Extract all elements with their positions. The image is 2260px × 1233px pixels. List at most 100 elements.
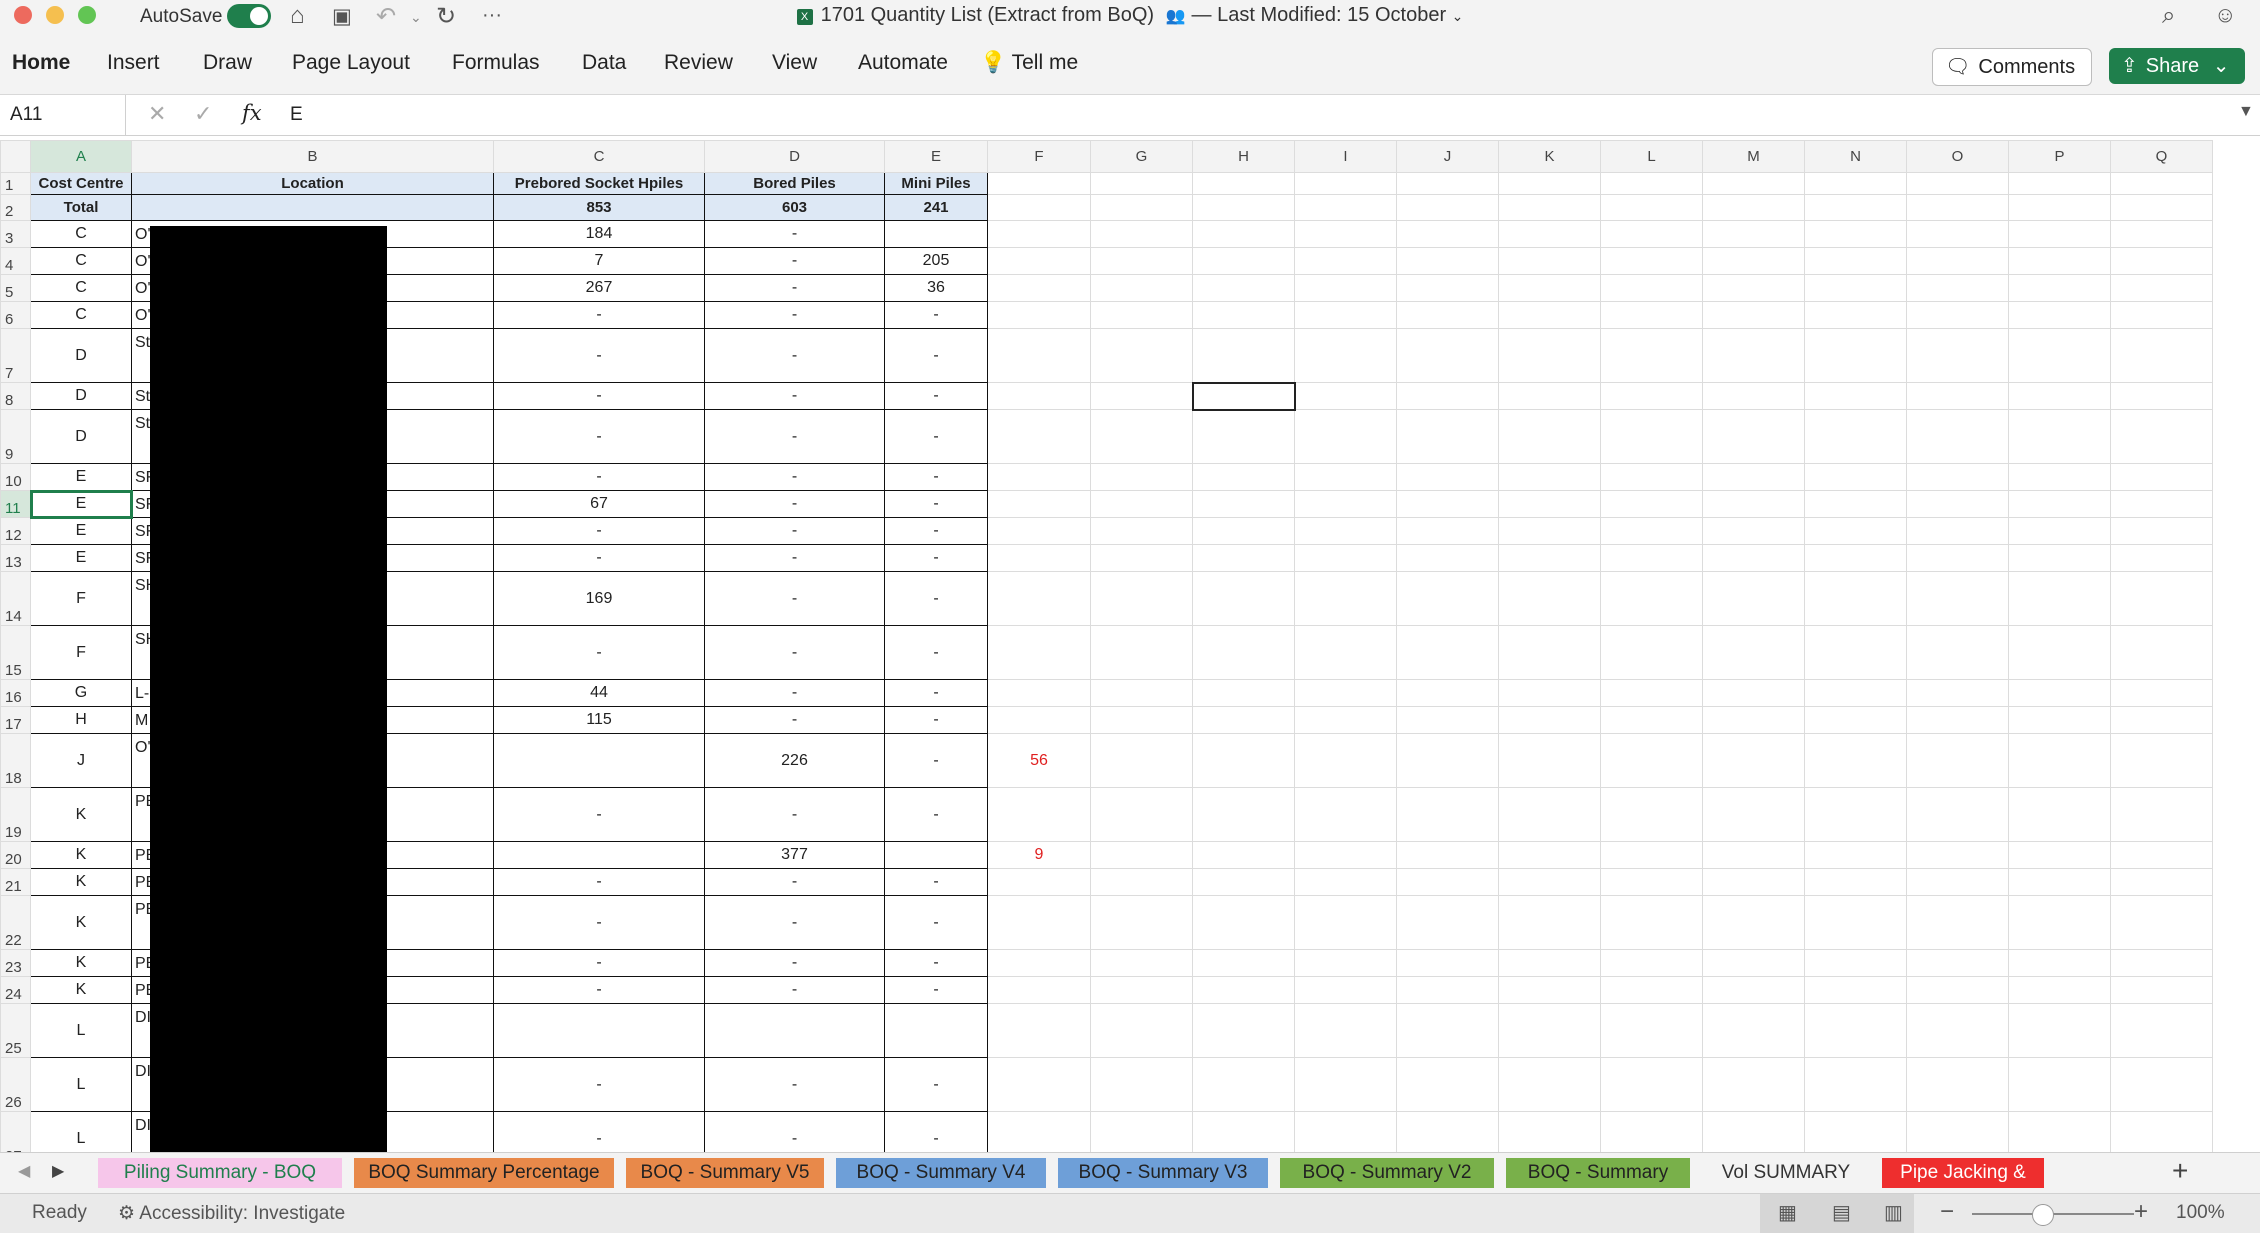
prebored-cell[interactable]: -	[493, 463, 705, 491]
row-header[interactable]: 2	[0, 194, 31, 221]
mini-piles-cell[interactable]: 36	[884, 274, 988, 302]
cell[interactable]	[1294, 328, 1397, 383]
column-header-c[interactable]: C	[493, 140, 705, 173]
column-header-k[interactable]: K	[1498, 140, 1601, 173]
name-box[interactable]: A11	[0, 95, 126, 135]
prebored-header[interactable]: Prebored Socket Hpiles	[493, 172, 705, 195]
bored-piles-cell[interactable]: -	[704, 868, 885, 896]
cell[interactable]	[2110, 949, 2213, 977]
cell[interactable]	[2110, 247, 2213, 275]
cell[interactable]	[1906, 490, 2009, 518]
cell[interactable]	[1090, 544, 1193, 572]
row-header[interactable]: 13	[0, 544, 31, 572]
cell[interactable]	[1498, 301, 1601, 329]
cell[interactable]	[1498, 1057, 1601, 1112]
prebored-cell[interactable]: -	[493, 868, 705, 896]
cell[interactable]	[1804, 409, 1907, 464]
f-cell[interactable]	[987, 247, 1091, 275]
row-header[interactable]: 25	[0, 1003, 31, 1058]
cell[interactable]	[1804, 895, 1907, 950]
cell[interactable]	[2008, 172, 2111, 195]
tab-page-layout[interactable]: Page Layout	[292, 51, 410, 75]
prebored-cell[interactable]: -	[493, 382, 705, 410]
cell[interactable]	[1294, 220, 1397, 248]
cost-centre-cell[interactable]: E	[30, 463, 132, 491]
cell[interactable]	[1396, 194, 1499, 221]
total-prebored[interactable]: 853	[493, 194, 705, 221]
cell[interactable]	[1702, 544, 1805, 572]
row-header[interactable]: 16	[0, 679, 31, 707]
cell[interactable]	[1396, 490, 1499, 518]
cell[interactable]	[1294, 490, 1397, 518]
row-header[interactable]: 15	[0, 625, 31, 680]
cell[interactable]	[1192, 172, 1295, 195]
cell[interactable]	[1702, 1111, 1805, 1152]
cell[interactable]	[1804, 949, 1907, 977]
row-header[interactable]: 24	[0, 976, 31, 1004]
column-header-j[interactable]: J	[1396, 140, 1499, 173]
mini-piles-cell[interactable]: -	[884, 544, 988, 572]
normal-view-icon[interactable]: ▦	[1778, 1200, 1797, 1225]
cell[interactable]	[1702, 841, 1805, 869]
prebored-cell[interactable]: 67	[493, 490, 705, 518]
cell[interactable]	[1600, 895, 1703, 950]
prebored-cell[interactable]: -	[493, 895, 705, 950]
cell[interactable]	[1396, 274, 1499, 302]
cell[interactable]	[2110, 517, 2213, 545]
column-header-p[interactable]: P	[2008, 140, 2111, 173]
mini-piles-cell[interactable]: -	[884, 301, 988, 329]
sheet-tab[interactable]: Piling Summary - BOQ	[98, 1158, 342, 1188]
cell[interactable]	[2110, 220, 2213, 248]
cell[interactable]	[1294, 976, 1397, 1004]
cost-centre-cell[interactable]: G	[30, 679, 132, 707]
cell[interactable]	[2110, 625, 2213, 680]
cell[interactable]	[1804, 172, 1907, 195]
row-header[interactable]: 17	[0, 706, 31, 734]
row-header[interactable]: 3	[0, 220, 31, 248]
cell[interactable]	[1192, 949, 1295, 977]
cell[interactable]	[1498, 1003, 1601, 1058]
cell[interactable]	[1600, 1057, 1703, 1112]
bored-piles-cell[interactable]: -	[704, 706, 885, 734]
cell[interactable]	[1090, 220, 1193, 248]
cell[interactable]	[2008, 625, 2111, 680]
cell[interactable]	[1702, 463, 1805, 491]
cell[interactable]	[1192, 733, 1295, 788]
cell[interactable]	[1090, 679, 1193, 707]
cell[interactable]	[1804, 382, 1907, 410]
cell[interactable]	[2008, 301, 2111, 329]
prebored-cell[interactable]: -	[493, 409, 705, 464]
cell[interactable]	[1804, 976, 1907, 1004]
cell[interactable]	[1090, 382, 1193, 410]
mini-piles-cell[interactable]: -	[884, 382, 988, 410]
f-cell[interactable]	[987, 409, 1091, 464]
cost-centre-cell[interactable]: C	[30, 274, 132, 302]
prebored-cell[interactable]: 115	[493, 706, 705, 734]
cell[interactable]	[1396, 571, 1499, 626]
cost-centre-cell[interactable]: K	[30, 895, 132, 950]
cell[interactable]	[1804, 625, 1907, 680]
column-header-h[interactable]: H	[1192, 140, 1295, 173]
cell[interactable]	[1498, 787, 1601, 842]
prebored-cell[interactable]: 184	[493, 220, 705, 248]
bored-piles-cell[interactable]: -	[704, 301, 885, 329]
cell[interactable]	[1600, 571, 1703, 626]
cell[interactable]	[2110, 274, 2213, 302]
cell[interactable]	[1906, 409, 2009, 464]
cell[interactable]	[1396, 706, 1499, 734]
cell[interactable]	[1294, 544, 1397, 572]
bored-piles-cell[interactable]: 377	[704, 841, 885, 869]
tab-home[interactable]: Home	[12, 51, 70, 75]
f-cell[interactable]	[987, 868, 1091, 896]
cell[interactable]	[1498, 220, 1601, 248]
mini-piles-cell[interactable]: -	[884, 895, 988, 950]
mini-piles-cell[interactable]: -	[884, 490, 988, 518]
bored-piles-cell[interactable]: -	[704, 787, 885, 842]
cell[interactable]	[1192, 490, 1295, 518]
prebored-cell[interactable]	[493, 1003, 705, 1058]
cell[interactable]	[1192, 868, 1295, 896]
cell[interactable]	[1294, 1111, 1397, 1152]
cell[interactable]	[1294, 247, 1397, 275]
cell[interactable]	[1804, 301, 1907, 329]
cell[interactable]	[1702, 409, 1805, 464]
